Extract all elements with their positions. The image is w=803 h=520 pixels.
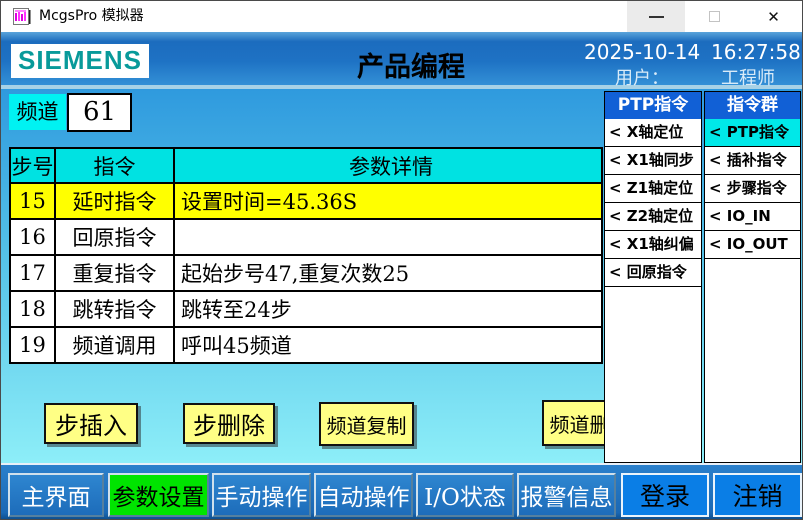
detail-cell: 起始步号47,重复次数25 bbox=[174, 255, 602, 291]
detail-cell: 跳转至24步 bbox=[174, 291, 602, 327]
table-row[interactable]: 19 频道调用 呼叫45频道 bbox=[10, 327, 602, 363]
nav-auto-operation[interactable]: 自动操作 bbox=[314, 473, 413, 517]
step-cell: 16 bbox=[10, 219, 55, 255]
header-banner: SIEMENS 产品编程 2025-10-14 16:27:58 用户： 工程师 bbox=[1, 32, 802, 89]
table-row[interactable]: 16 回原指令 bbox=[10, 219, 602, 255]
steps-table: 步号 指令 参数详情 15 延时指令 设置时间=45.36S 16 回原指令 1… bbox=[9, 147, 603, 364]
bottom-nav-bar: 主界面 参数设置 手动操作 自动操作 I/O状态 报警信息 登录 注销 bbox=[1, 463, 802, 520]
app-window: McgsPro 模拟器 ✕ SIEMENS 产品编程 2025-10-14 16… bbox=[0, 0, 803, 520]
list-item-selected[interactable]: < PTP指令 bbox=[705, 119, 800, 147]
list-item[interactable]: < 插补指令 bbox=[705, 147, 800, 175]
nav-manual-operation[interactable]: 手动操作 bbox=[212, 473, 311, 517]
channel-label: 频道 bbox=[9, 94, 66, 130]
col-cmd: 指令 bbox=[55, 148, 174, 183]
table-row[interactable]: 18 跳转指令 跳转至24步 bbox=[10, 291, 602, 327]
steps-header-row: 步号 指令 参数详情 bbox=[10, 148, 602, 183]
app-icon bbox=[13, 8, 31, 26]
page-title: 产品编程 bbox=[251, 45, 571, 84]
title-bar: McgsPro 模拟器 ✕ bbox=[1, 1, 802, 32]
cmd-cell: 跳转指令 bbox=[55, 291, 174, 327]
step-cell: 15 bbox=[10, 183, 55, 219]
step-cell: 19 bbox=[10, 327, 55, 363]
close-button[interactable]: ✕ bbox=[743, 1, 803, 32]
cmd-cell: 延时指令 bbox=[55, 183, 174, 219]
col-detail: 参数详情 bbox=[174, 148, 602, 183]
list-item[interactable]: < Z2轴定位 bbox=[605, 203, 701, 231]
nav-main-screen[interactable]: 主界面 bbox=[8, 473, 104, 517]
list-item[interactable]: < IO_IN bbox=[705, 203, 800, 231]
channel-copy-button[interactable]: 频道复制 bbox=[319, 402, 414, 446]
minimize-button[interactable] bbox=[627, 1, 685, 32]
window-title: McgsPro 模拟器 bbox=[39, 1, 144, 32]
detail-cell: 设置时间=45.36S bbox=[174, 183, 602, 219]
logout-button[interactable]: 注销 bbox=[713, 473, 802, 517]
list-item[interactable]: < X轴定位 bbox=[605, 119, 701, 147]
time-display: 16:27:58 bbox=[711, 40, 803, 64]
list-item[interactable]: < 步骤指令 bbox=[705, 175, 800, 203]
siemens-logo: SIEMENS bbox=[11, 44, 149, 78]
table-row[interactable]: 15 延时指令 设置时间=45.36S bbox=[10, 183, 602, 219]
date-display: 2025-10-14 bbox=[584, 40, 704, 64]
ptp-instruction-list: PTP指令 < X轴定位 < X1轴同步 < Z1轴定位 < Z2轴定位 < X… bbox=[604, 91, 702, 463]
step-insert-button[interactable]: 步插入 bbox=[44, 403, 138, 444]
group-list-header: 指令群 bbox=[705, 92, 800, 119]
detail-cell bbox=[174, 219, 602, 255]
col-step: 步号 bbox=[10, 148, 55, 183]
detail-cell: 呼叫45频道 bbox=[174, 327, 602, 363]
close-icon: ✕ bbox=[767, 8, 780, 26]
list-item[interactable]: < X1轴纠偏 bbox=[605, 231, 701, 259]
nav-io-status[interactable]: I/O状态 bbox=[416, 473, 514, 517]
step-cell: 17 bbox=[10, 255, 55, 291]
ptp-list-header: PTP指令 bbox=[605, 92, 701, 119]
user-value: 工程师 bbox=[721, 64, 775, 90]
nav-alarm-info[interactable]: 报警信息 bbox=[517, 473, 616, 517]
maximize-button[interactable] bbox=[685, 1, 743, 32]
login-button[interactable]: 登录 bbox=[621, 473, 709, 517]
channel-input[interactable]: 61 bbox=[67, 93, 132, 132]
instruction-group-list: 指令群 < PTP指令 < 插补指令 < 步骤指令 < IO_IN < IO_O… bbox=[704, 91, 801, 463]
nav-parameter-settings-active[interactable]: 参数设置 bbox=[108, 473, 209, 517]
list-item[interactable]: < IO_OUT bbox=[705, 231, 800, 259]
minimize-icon bbox=[649, 16, 664, 18]
list-item[interactable]: < X1轴同步 bbox=[605, 147, 701, 175]
step-cell: 18 bbox=[10, 291, 55, 327]
maximize-icon bbox=[709, 11, 720, 22]
cmd-cell: 频道调用 bbox=[55, 327, 174, 363]
step-delete-button[interactable]: 步删除 bbox=[183, 403, 275, 444]
list-item[interactable]: < Z1轴定位 bbox=[605, 175, 701, 203]
list-item[interactable]: < 回原指令 bbox=[605, 259, 701, 287]
cmd-cell: 重复指令 bbox=[55, 255, 174, 291]
user-label: 用户： bbox=[615, 64, 669, 90]
cmd-cell: 回原指令 bbox=[55, 219, 174, 255]
table-row[interactable]: 17 重复指令 起始步号47,重复次数25 bbox=[10, 255, 602, 291]
